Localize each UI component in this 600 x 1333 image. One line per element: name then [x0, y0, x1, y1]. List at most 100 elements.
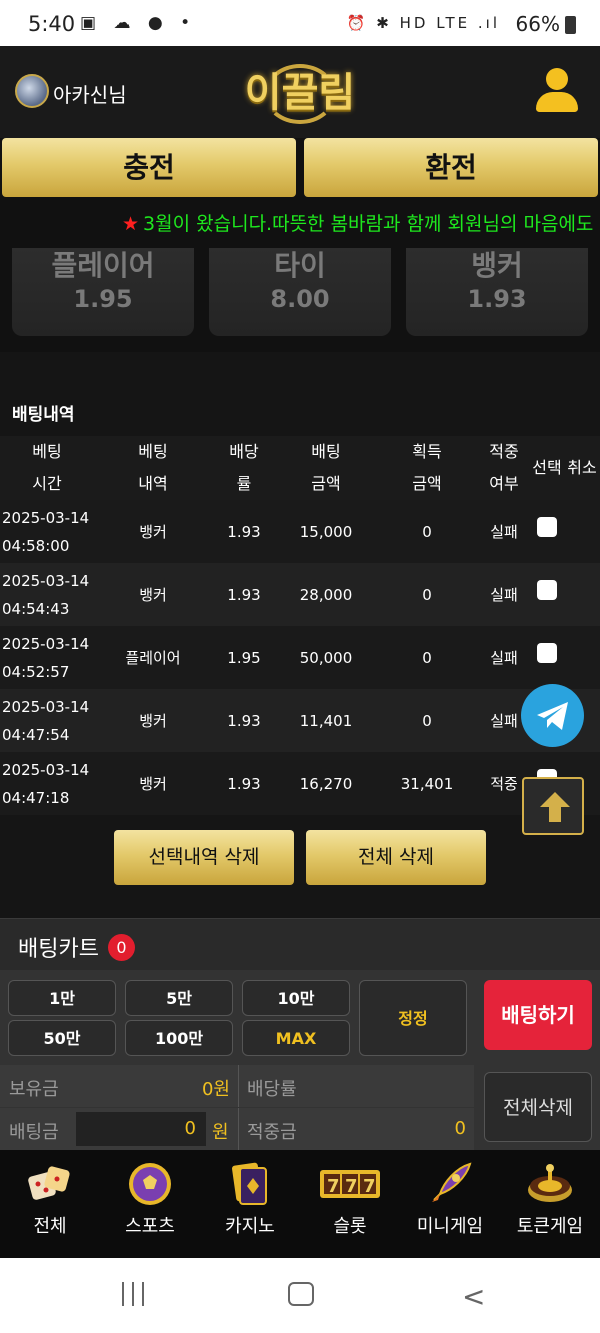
cell-odds: 1.93: [212, 563, 276, 626]
roulette-icon: [528, 1164, 572, 1202]
odds-card-banker[interactable]: 뱅커 1.93: [406, 248, 588, 336]
rank-badge-icon: [15, 74, 49, 108]
nav-label: 토큰게임: [516, 1216, 584, 1237]
nav-label: 슬롯: [333, 1216, 367, 1237]
odds-row: 플레이어 1.95 타이 8.00 뱅커 1.93: [0, 248, 600, 352]
select-checkbox[interactable]: [537, 643, 557, 663]
nav-item-slot[interactable]: 7 7 7 슬롯: [300, 1150, 400, 1258]
amount-button-1m[interactable]: 100만: [125, 1020, 233, 1056]
amount-button-50k[interactable]: 5만: [125, 980, 233, 1016]
bet-amount-input[interactable]: 0: [76, 1112, 206, 1146]
star-icon: ★: [122, 213, 140, 235]
recent-apps-icon[interactable]: [120, 1282, 148, 1306]
notification-icons: ▣ ☁ ● •: [80, 13, 197, 33]
table-row: 2025-03-14 04:54:43 뱅커 1.93 28,000 0 실패: [0, 563, 600, 626]
site-header: 아카신님 이끌림: [0, 46, 600, 138]
battery-icon: [565, 16, 576, 34]
amount-button-max[interactable]: MAX: [242, 1020, 350, 1056]
table-row: 2025-03-14 04:47:18 뱅커 1.93 16,270 31,401…: [0, 752, 600, 815]
odds-value: 1.95: [73, 285, 133, 313]
home-icon[interactable]: [288, 1282, 314, 1306]
bet-cart-count-badge: 0: [108, 934, 135, 961]
site-logo[interactable]: 이끌림: [240, 60, 360, 126]
col-result: 적중 여부: [478, 436, 530, 500]
cell-win: 0: [376, 689, 478, 752]
cell-win: 0: [376, 500, 478, 563]
balance-value: 0원: [201, 1079, 230, 1100]
select-checkbox[interactable]: [537, 517, 557, 537]
clear-cart-button[interactable]: 전체삭제: [484, 1072, 592, 1142]
bet-amount-row: 배팅금 0 원 적중금 0: [0, 1108, 474, 1150]
cell-time: 2025-03-14 04:58:00: [0, 500, 94, 563]
cell-select: [530, 500, 564, 563]
exchange-button[interactable]: 환전: [304, 138, 598, 197]
soccer-ball-icon: [129, 1163, 171, 1205]
select-checkbox[interactable]: [537, 580, 557, 600]
cell-cancel: [564, 500, 600, 563]
charge-button[interactable]: 충전: [2, 138, 296, 197]
currency-label: 원: [212, 1122, 229, 1143]
slot-777-icon: 7 7 7: [320, 1170, 380, 1198]
arrow-up-icon: [540, 792, 570, 822]
cell-time: 2025-03-14 04:47:18: [0, 752, 94, 815]
table-header-row: 베팅 시간 베팅 내역 배당 률 배팅 금액 획득 금액 적중 여부 선택 취소: [0, 436, 600, 500]
system-icons: ⏰ ✱ HD LTE .ıl: [346, 14, 500, 32]
cell-result: 실패: [478, 500, 530, 563]
cell-odds: 1.93: [212, 689, 276, 752]
odds-card-tie[interactable]: 타이 8.00: [209, 248, 391, 336]
delete-all-button[interactable]: 전체 삭제: [306, 830, 486, 885]
bet-amount-label: 배팅금: [9, 1122, 59, 1143]
delete-selected-button[interactable]: 선택내역 삭제: [114, 830, 294, 885]
nav-item-all[interactable]: 전체: [0, 1150, 100, 1258]
username[interactable]: 아카신님: [53, 79, 127, 108]
telegram-icon[interactable]: [521, 684, 584, 747]
amount-button-100k[interactable]: 10만: [242, 980, 350, 1016]
logo-text: 이끌림: [244, 70, 356, 116]
odds-card-player[interactable]: 플레이어 1.95: [12, 248, 194, 336]
bet-cart-header: 배팅카트 0: [0, 918, 600, 970]
table-row: 2025-03-14 04:58:00 뱅커 1.93 15,000 0 실패: [0, 500, 600, 563]
cell-select: [530, 563, 564, 626]
col-amount: 배팅 금액: [276, 436, 376, 500]
cell-select: [530, 626, 564, 689]
odds-label: 플레이어: [51, 249, 155, 282]
amount-button-10k[interactable]: 1만: [8, 980, 116, 1016]
notice-text: 3월이 왔습니다.따뜻한 봄바람과 함께 회원님의 마음에도 늘: [143, 213, 600, 235]
nav-item-minigame[interactable]: 미니게임: [400, 1150, 500, 1258]
svg-text:7: 7: [363, 1176, 376, 1197]
svg-text:7: 7: [345, 1176, 358, 1197]
rocket-icon: [432, 1162, 472, 1202]
place-bet-button[interactable]: 배팅하기: [484, 980, 592, 1050]
cell-amount: 16,270: [276, 752, 376, 815]
profile-icon[interactable]: [534, 68, 578, 116]
col-cancel: 취소: [564, 436, 600, 500]
cell-time: 2025-03-14 04:47:54: [0, 689, 94, 752]
status-time: 5:40: [28, 12, 76, 36]
cell-win: 31,401: [376, 752, 478, 815]
cell-amount: 50,000: [276, 626, 376, 689]
nav-item-casino[interactable]: 카지노: [200, 1150, 300, 1258]
nav-item-sports[interactable]: 스포츠: [100, 1150, 200, 1258]
cell-time: 2025-03-14 04:52:57: [0, 626, 94, 689]
cell-pick: 뱅커: [94, 563, 212, 626]
status-bar: 5:40 ▣ ☁ ● • ⏰ ✱ HD LTE .ıl 66%: [0, 0, 600, 46]
nav-item-token-game[interactable]: 토큰게임: [500, 1150, 600, 1258]
balance-label: 보유금: [9, 1079, 59, 1100]
cell-odds: 1.93: [212, 752, 276, 815]
amount-button-500k[interactable]: 50만: [8, 1020, 116, 1056]
cell-win: 0: [376, 626, 478, 689]
cell-pick: 뱅커: [94, 752, 212, 815]
nav-label: 카지노: [225, 1216, 275, 1237]
odds-total-label: 배당률: [247, 1079, 297, 1100]
win-amount-value: 0: [454, 1118, 466, 1139]
odds-value: 8.00: [270, 285, 330, 313]
dice-icon: [28, 1166, 70, 1200]
nav-label: 전체: [33, 1216, 67, 1237]
back-icon[interactable]: <: [462, 1280, 485, 1313]
col-odds: 배당 률: [212, 436, 276, 500]
scroll-top-button[interactable]: [522, 777, 584, 835]
bet-history-table: 베팅 시간 베팅 내역 배당 률 배팅 금액 획득 금액 적중 여부 선택 취소 2025-…: [0, 436, 600, 815]
reset-button[interactable]: 정정: [359, 980, 467, 1056]
bottom-nav: 전체 스포츠 카지노 7 7 7 슬롯 미니게임 토큰게임: [0, 1150, 600, 1258]
system-nav-bar: <: [0, 1258, 600, 1333]
